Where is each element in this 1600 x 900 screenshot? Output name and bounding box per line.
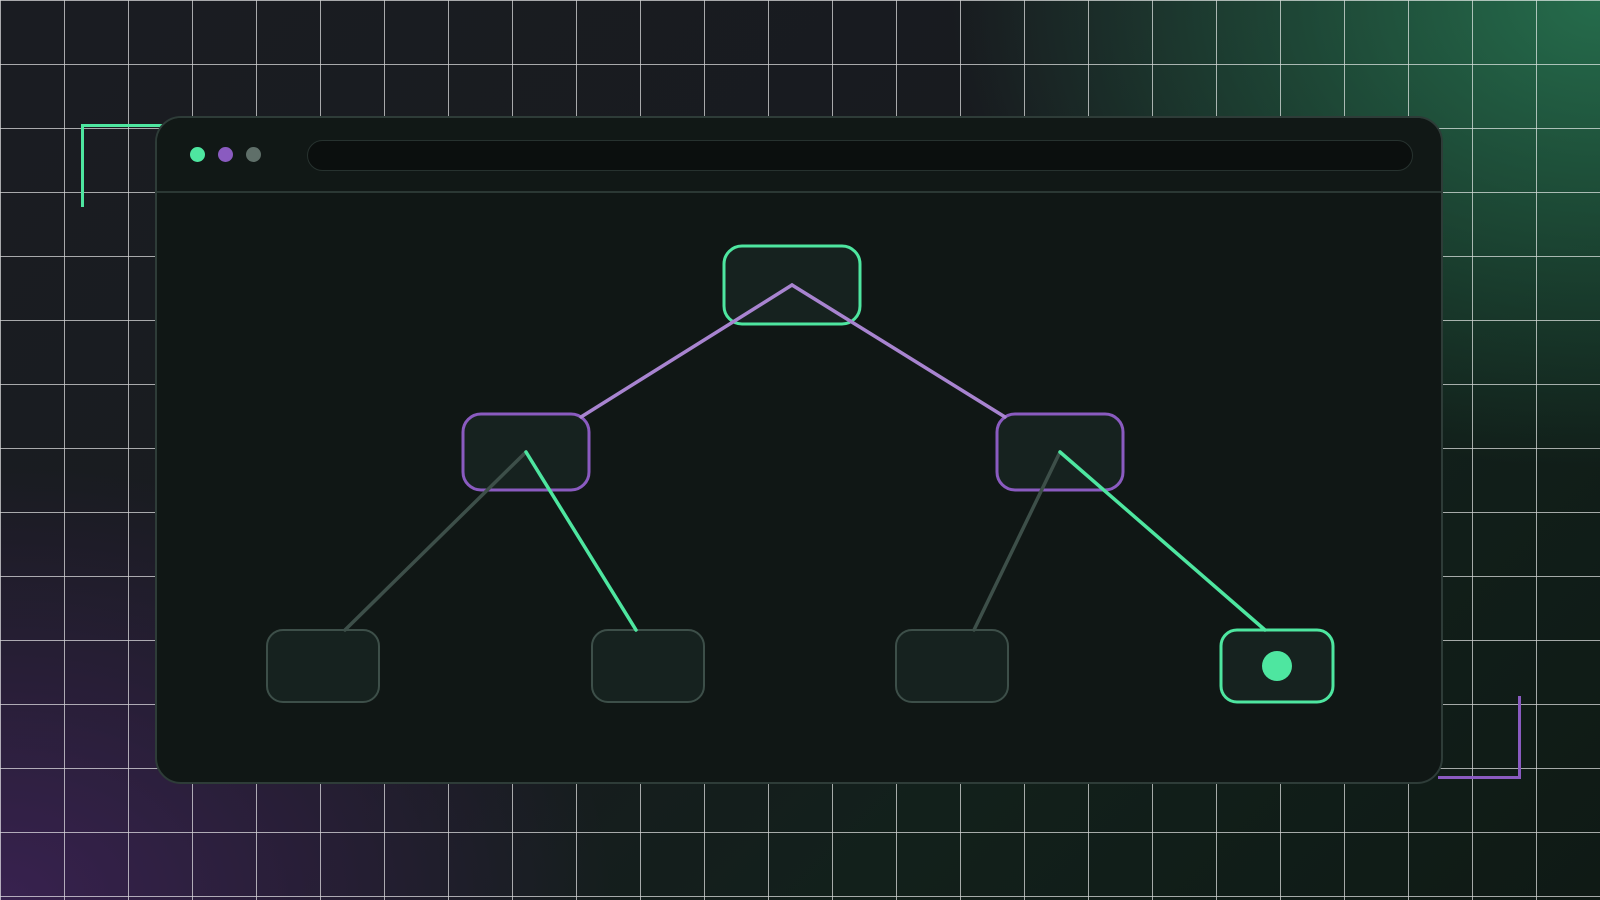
browser-window — [155, 116, 1443, 784]
tree-node-leaf-3[interactable] — [895, 629, 1009, 703]
corner-bracket-bottom-right — [1438, 696, 1521, 779]
tree-diagram — [266, 244, 1335, 704]
corner-bracket-top-left — [81, 124, 164, 207]
tree-edge-root-to-left-child — [579, 283, 794, 419]
tree-nodes — [266, 244, 1335, 704]
selected-leaf-dot-icon — [1262, 651, 1292, 681]
hero-background — [0, 0, 1600, 900]
tree-edge-left-child-to-leaf-1 — [343, 450, 528, 632]
tree-edge-root-to-right-child — [790, 283, 1007, 419]
tree-node-leaf-1[interactable] — [266, 629, 380, 703]
tree-node-leaf-2[interactable] — [591, 629, 705, 703]
tree-edge-right-child-to-leaf-4 — [1058, 450, 1267, 632]
